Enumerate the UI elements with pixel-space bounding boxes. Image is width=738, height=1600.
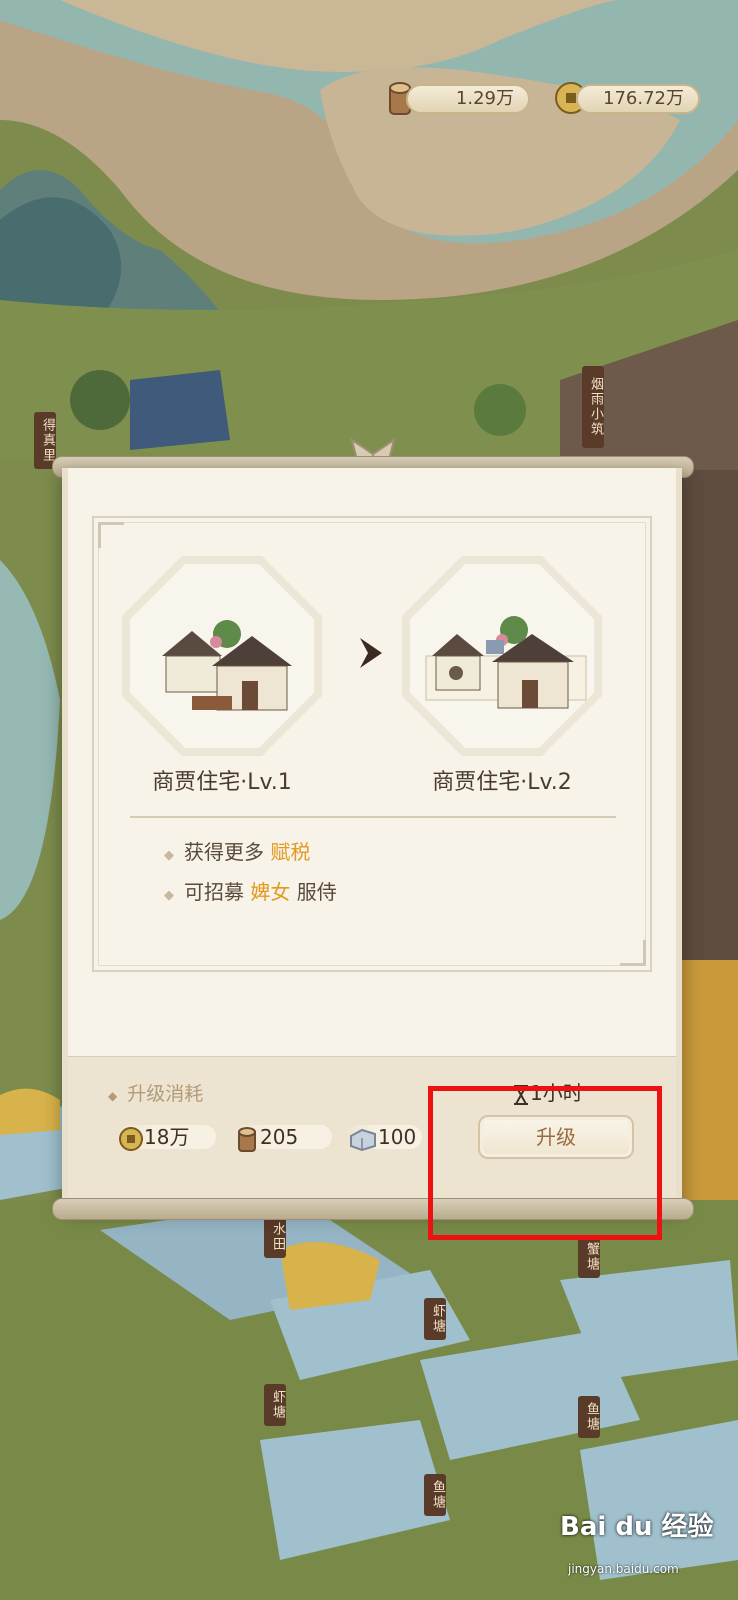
frame-corner bbox=[98, 522, 124, 548]
wood-counter: 1.29万 bbox=[406, 84, 530, 114]
copper-coin-icon bbox=[119, 1126, 143, 1151]
wood-value: 1.29万 bbox=[455, 88, 514, 109]
cost-stone-value: 100 bbox=[378, 1125, 417, 1149]
map-sign-fish-pond[interactable]: 鱼塘 bbox=[578, 1396, 600, 1438]
benefit-item: ◆ 可招募 婢女 服侍 bbox=[164, 876, 337, 905]
benefit-text: 获得更多 bbox=[184, 840, 271, 864]
wood-log-icon bbox=[238, 1126, 256, 1152]
cost-wood: 205 bbox=[234, 1123, 299, 1152]
map-sign-shrimp-pond[interactable]: 虾塘 bbox=[424, 1298, 446, 1340]
frame-corner bbox=[620, 940, 646, 966]
cost-copper-value: 18万 bbox=[144, 1125, 190, 1149]
benefit-highlight: 婢女 bbox=[250, 880, 291, 904]
benefit-item: ◆ 获得更多 赋税 bbox=[164, 836, 310, 865]
next-building-frame bbox=[402, 556, 602, 756]
divider bbox=[130, 816, 616, 818]
next-building-name: 商贾住宅·Lv.2 bbox=[432, 770, 572, 795]
map-sign-shrimp-pond-2[interactable]: 虾塘 bbox=[264, 1384, 286, 1426]
annotation-highlight-box bbox=[428, 1086, 662, 1240]
copper-value: 176.72万 bbox=[603, 88, 684, 109]
benefit-highlight: 赋税 bbox=[270, 840, 311, 864]
watermark-brand: Bai du 经验 bbox=[560, 1512, 714, 1542]
stone-block-icon bbox=[350, 1128, 376, 1151]
map-sign-fish-pond-2[interactable]: 鱼塘 bbox=[424, 1474, 446, 1516]
cost-stone: 100 bbox=[348, 1123, 416, 1151]
map-sign-crab-pond[interactable]: 蟹塘 bbox=[578, 1236, 600, 1278]
cost-wood-value: 205 bbox=[260, 1125, 299, 1149]
house-lv1-icon bbox=[162, 620, 292, 711]
diamond-bullet-icon: ◆ bbox=[164, 888, 174, 903]
cost-copper: 18万 bbox=[118, 1123, 189, 1151]
copper-counter: 176.72万 bbox=[576, 84, 700, 114]
benefit-suffix: 服侍 bbox=[290, 880, 337, 904]
current-building-frame bbox=[122, 556, 322, 756]
map-sign-paddy[interactable]: 水田 bbox=[264, 1216, 286, 1258]
cost-title-text: 升级消耗 bbox=[127, 1083, 204, 1105]
benefit-text: 可招募 bbox=[184, 880, 251, 904]
watermark-url: jingyan.baidu.com bbox=[568, 1562, 679, 1576]
diamond-bullet-icon: ◆ bbox=[164, 848, 174, 863]
arrow-right-icon bbox=[360, 638, 382, 668]
house-lv2-icon bbox=[425, 616, 587, 709]
cost-title: ◆ 升级消耗 bbox=[108, 1079, 203, 1106]
diamond-bullet-icon: ◆ bbox=[108, 1089, 118, 1103]
current-building-name: 商贾住宅·Lv.1 bbox=[152, 770, 292, 795]
map-sign-yanyu-xiaozhu[interactable]: 烟雨小筑 bbox=[582, 366, 604, 448]
